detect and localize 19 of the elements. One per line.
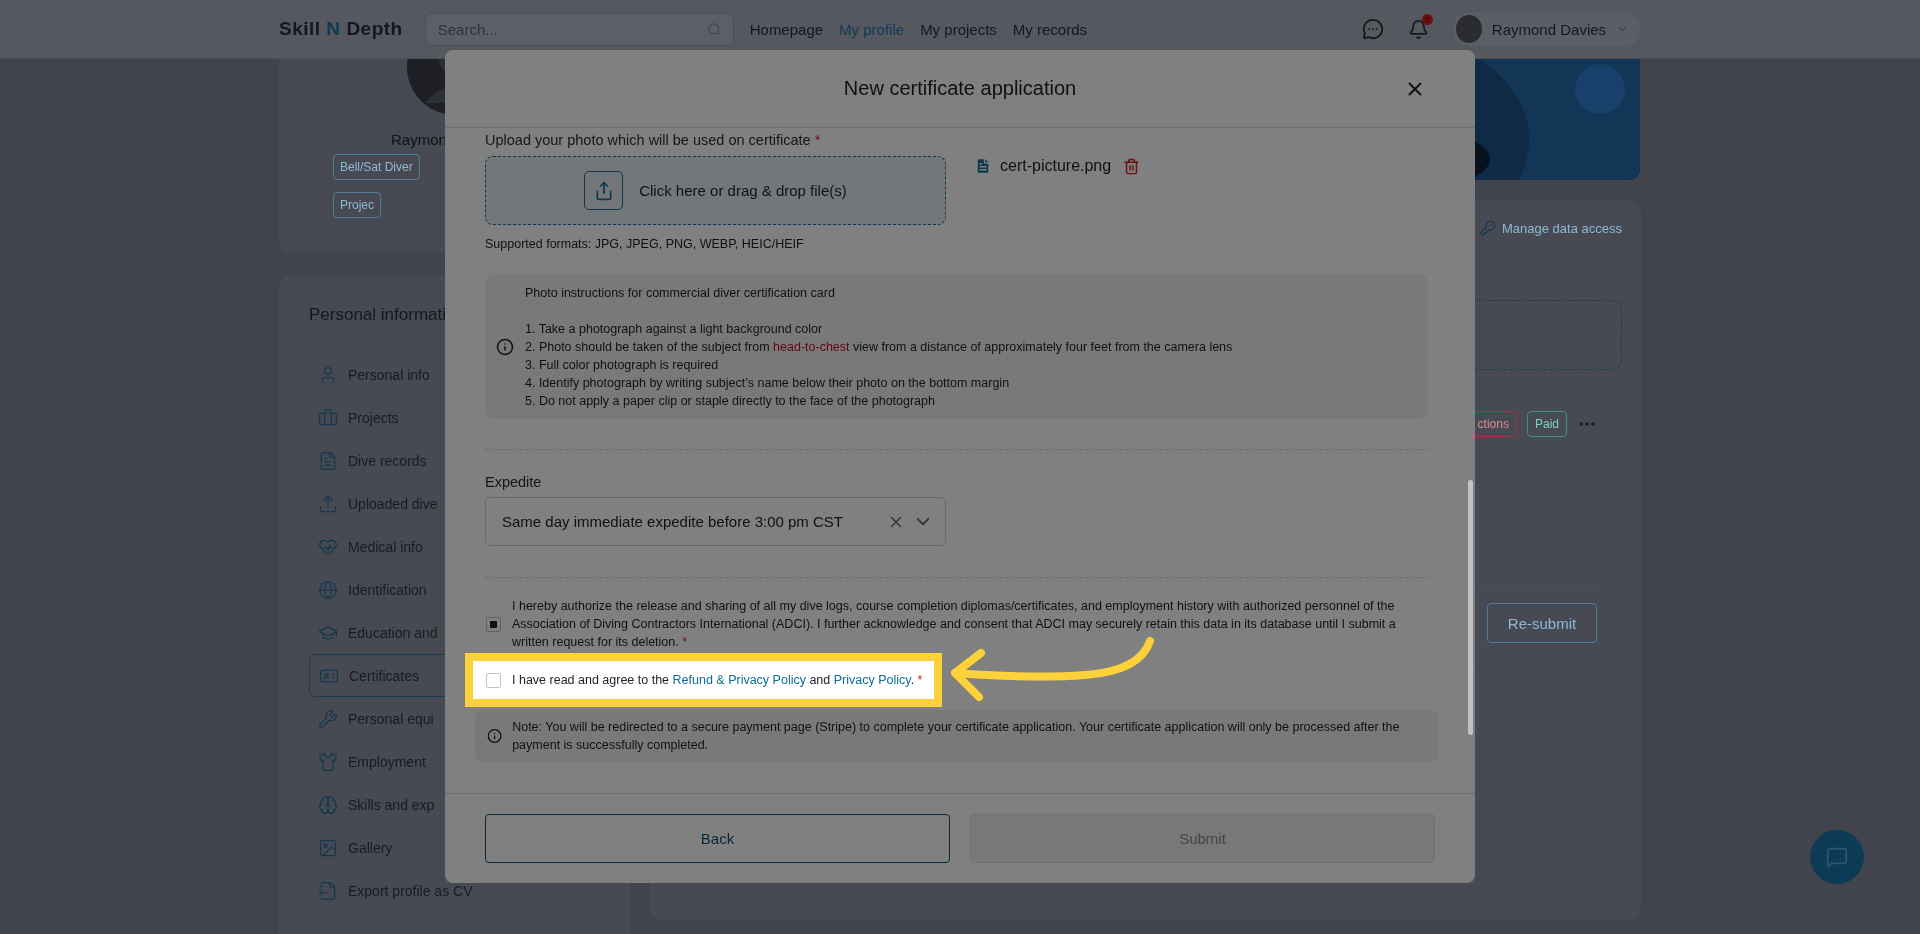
status-tag: Paid [1526, 411, 1567, 437]
instruction-line: 2. Photo should be taken of the subject from head-to-chest view from a distance of approximately four feet from the camera lens [525, 339, 1233, 356]
help-text: Supported formats: JPG, JPEG, PNG, WEBP, HEIC/HEIF [485, 236, 805, 253]
note-text: Note: You will be redirected to a secure payment page (Stripe) to complete your certificate application. Your certificate application will only be processed after the payment is successfully completed. [512, 719, 1401, 754]
logo: Skill N Depth [279, 18, 403, 40]
consent-text: I have read and agree to the Refund & Privacy Policy and Privacy Policy. * [512, 672, 923, 689]
profile-tag: Projec [333, 192, 381, 218]
file-name: cert-picture.png [1000, 157, 1112, 175]
field-label: Expedite [485, 473, 543, 492]
instruction-line: 3. Full color photograph is required [525, 357, 720, 374]
instruction-line: 1. Take a photograph against a light background color [525, 321, 824, 338]
profile-name: Raymon [391, 131, 447, 148]
instruction-line: 4. Identify photograph by writing subject’s name below their photo on the bottom margin [525, 375, 1011, 392]
field-label: Upload your photo which will be used on certificate * [485, 131, 822, 150]
dialog-title: New certificate application [843, 77, 1077, 100]
consent-text: I hereby authorize the release and sharing of all my dive logs, course completion diplomas/certificates, and employment history with authorized personnel of the Association of Diving Contractors International (ADCI). I further acknowledge and consent that ADCI may securely retain this data in its database until I submit a written request for its deletion. * [512, 598, 1397, 651]
profile-tag: Bell/Sat Diver [333, 154, 420, 180]
instructions-title: Photo instructions for commercial diver certification card [525, 285, 836, 302]
instruction-line: 5. Do not apply a paper clip or staple directly to the face of the photograph [525, 393, 936, 410]
